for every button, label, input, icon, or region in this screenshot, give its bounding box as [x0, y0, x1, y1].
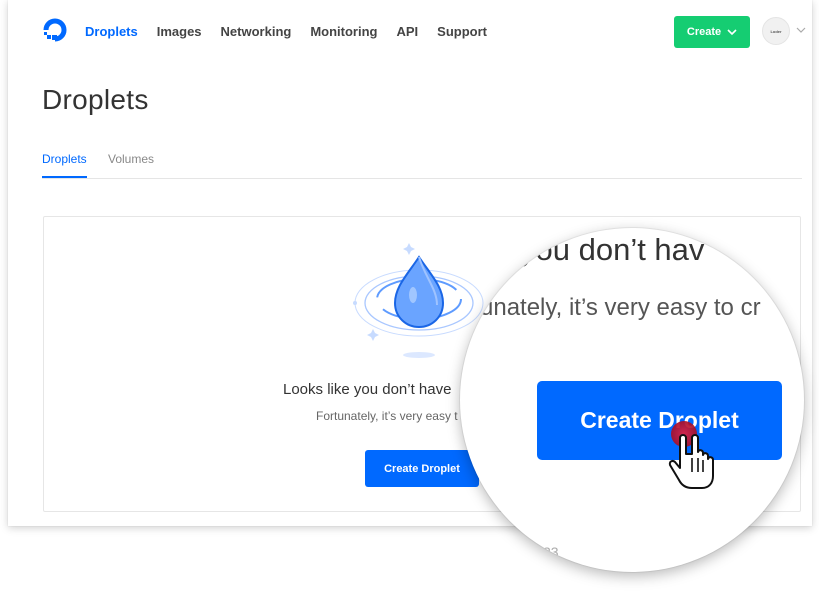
- top-navigation: Droplets Images Networking Monitoring AP…: [8, 0, 812, 64]
- zoomed-empty-state-subtext: unately, it’s very easy to cr: [480, 294, 761, 321]
- nav-support[interactable]: Support: [437, 24, 487, 39]
- avatar-logo-text: Loder: [770, 28, 782, 34]
- empty-state-subtext: Fortunately, it’s very easy t: [316, 409, 458, 423]
- zoomed-footer-text: 23: [543, 544, 559, 560]
- nav-droplets[interactable]: Droplets: [85, 24, 138, 39]
- create-button-label: Create: [686, 26, 722, 38]
- zoomed-create-droplet-button[interactable]: Create Droplet: [537, 381, 782, 460]
- page-title: Droplets: [42, 84, 149, 115]
- empty-state-heading: Looks like you don’t have: [283, 381, 452, 398]
- nav-images[interactable]: Images: [157, 24, 202, 39]
- tab-volumes[interactable]: Volumes: [108, 152, 154, 176]
- magnifier-zoom-callout: you don’t hav unately, it’s very easy to…: [460, 228, 804, 572]
- digitalocean-logo-icon[interactable]: [42, 17, 68, 43]
- avatar[interactable]: Loder: [762, 17, 790, 45]
- hand-pointer-cursor-icon: [668, 421, 714, 489]
- avatar-chevron-down-icon[interactable]: [796, 25, 806, 35]
- nav-api[interactable]: API: [397, 24, 419, 39]
- chevron-down-icon: [727, 28, 737, 35]
- create-droplet-button[interactable]: Create Droplet: [365, 450, 479, 487]
- nav-links: Droplets Images Networking Monitoring AP…: [85, 24, 506, 39]
- tab-droplets[interactable]: Droplets: [42, 152, 87, 178]
- nav-monitoring[interactable]: Monitoring: [310, 24, 377, 39]
- zoomed-empty-state-heading: you don’t hav: [520, 232, 705, 267]
- tab-bar: Droplets Volumes: [42, 152, 802, 179]
- nav-networking[interactable]: Networking: [221, 24, 292, 39]
- create-button[interactable]: Create: [674, 16, 750, 48]
